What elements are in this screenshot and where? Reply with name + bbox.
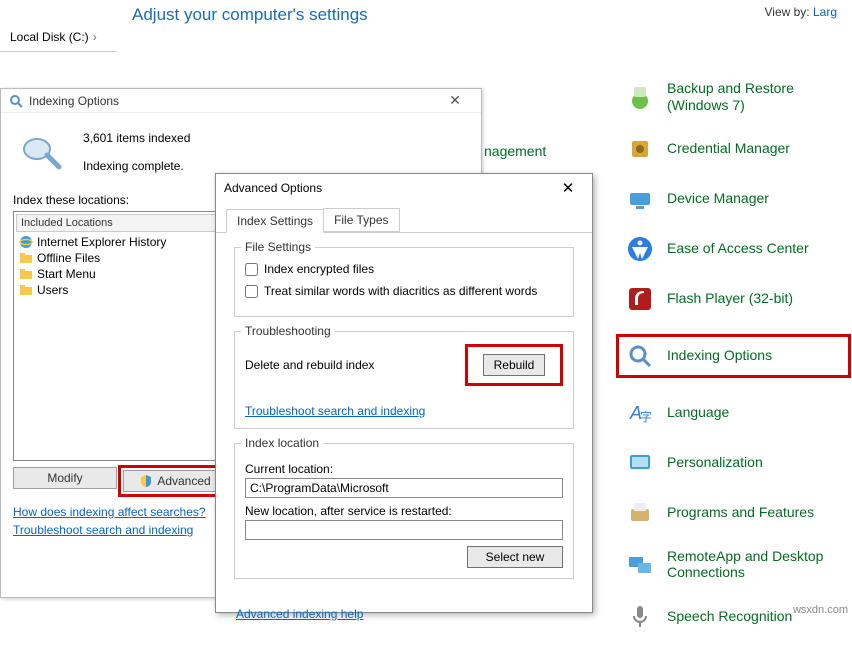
language-icon: A字 xyxy=(625,398,655,428)
partial-text: nagement xyxy=(484,143,546,159)
close-button[interactable]: ✕ xyxy=(437,92,473,109)
ie-icon xyxy=(19,235,33,249)
shield-icon xyxy=(139,474,153,488)
rebuild-highlight: Rebuild xyxy=(465,344,563,386)
cp-link[interactable]: Flash Player (32-bit) xyxy=(667,290,793,307)
cp-item-credential-manager[interactable]: Credential Manager xyxy=(625,134,845,164)
cp-item-indexing-options[interactable]: Indexing Options xyxy=(616,334,851,378)
cp-link[interactable]: RemoteApp and Desktop Connections xyxy=(667,548,845,582)
microphone-icon xyxy=(625,601,655,631)
group-legend: File Settings xyxy=(241,240,315,254)
troubleshoot-link[interactable]: Troubleshoot search and indexing xyxy=(245,404,425,418)
location-label: Start Menu xyxy=(37,267,96,281)
control-panel-heading: Adjust your computer's settings xyxy=(132,5,368,25)
cp-link[interactable]: Backup and Restore (Windows 7) xyxy=(667,80,845,114)
cp-link[interactable]: Credential Manager xyxy=(667,140,790,157)
rebuild-button[interactable]: Rebuild xyxy=(483,354,545,376)
index-location-group: Index location Current location: New loc… xyxy=(234,443,574,579)
tab-file-types[interactable]: File Types xyxy=(323,208,399,232)
tab-strip: Index Settings File Types xyxy=(216,202,592,233)
breadcrumb-segment[interactable]: Local Disk (C:) xyxy=(10,30,89,44)
view-by-label: View by: xyxy=(764,5,809,19)
window-title: Indexing Options xyxy=(29,94,437,108)
troubleshooting-group: Troubleshooting Delete and rebuild index… xyxy=(234,331,574,429)
rebuild-label: Delete and rebuild index xyxy=(245,358,374,372)
cp-item-backup-restore[interactable]: Backup and Restore (Windows 7) xyxy=(625,80,845,114)
select-new-button[interactable]: Select new xyxy=(467,546,563,568)
cp-link[interactable]: Device Manager xyxy=(667,190,769,207)
window-title: Advanced Options xyxy=(224,181,552,195)
tab-index-settings[interactable]: Index Settings xyxy=(226,209,324,233)
backup-icon xyxy=(625,82,655,112)
indexing-status: Indexing complete. xyxy=(83,159,190,173)
flash-icon xyxy=(625,284,655,314)
cp-item-programs-features[interactable]: Programs and Features xyxy=(625,498,845,528)
advanced-indexing-help-link[interactable]: Advanced indexing help xyxy=(236,607,363,621)
location-label: Users xyxy=(37,283,68,297)
folder-icon xyxy=(19,283,33,297)
titlebar[interactable]: Advanced Options ✕ xyxy=(216,174,592,202)
folder-icon xyxy=(19,267,33,281)
control-panel-items: Backup and Restore (Windows 7) Credentia… xyxy=(625,80,845,651)
watermark: wsxdn.com xyxy=(793,604,848,616)
diacritics-checkbox[interactable] xyxy=(245,285,258,298)
checkbox-label: Index encrypted files xyxy=(264,262,374,276)
close-button[interactable]: ✕ xyxy=(552,179,584,197)
magnifier-icon xyxy=(9,94,23,108)
device-icon xyxy=(625,184,655,214)
file-settings-group: File Settings Index encrypted files Trea… xyxy=(234,247,574,317)
new-location-label: New location, after service is restarted… xyxy=(245,504,563,518)
advanced-options-window: Advanced Options ✕ Index Settings File T… xyxy=(215,173,593,613)
chevron-right-icon: › xyxy=(93,30,97,44)
new-location-field[interactable] xyxy=(245,520,563,540)
advanced-button-label: Advanced xyxy=(157,474,210,488)
titlebar[interactable]: Indexing Options ✕ xyxy=(1,89,481,113)
location-label: Internet Explorer History xyxy=(37,235,166,249)
cp-item-personalization[interactable]: Personalization xyxy=(625,448,845,478)
group-legend: Troubleshooting xyxy=(241,324,335,338)
current-location-label: Current location: xyxy=(245,462,563,476)
ease-of-access-icon xyxy=(625,234,655,264)
folder-icon xyxy=(19,251,33,265)
indexed-count: 3,601 items indexed xyxy=(83,131,190,145)
cp-link[interactable]: Ease of Access Center xyxy=(667,240,809,257)
magnifier-large-icon xyxy=(19,131,63,175)
vault-icon xyxy=(625,134,655,164)
advanced-button[interactable]: Advanced xyxy=(123,470,227,492)
cp-item-flash-player[interactable]: Flash Player (32-bit) xyxy=(625,284,845,314)
cp-item-remoteapp[interactable]: RemoteApp and Desktop Connections xyxy=(625,548,845,582)
cp-link[interactable]: Programs and Features xyxy=(667,504,814,521)
view-by-control[interactable]: View by: Larg xyxy=(764,5,837,19)
encrypted-checkbox[interactable] xyxy=(245,263,258,276)
programs-icon xyxy=(625,498,655,528)
view-by-value[interactable]: Larg xyxy=(813,5,837,19)
remoteapp-icon xyxy=(625,549,655,579)
cp-item-ease-of-access[interactable]: Ease of Access Center xyxy=(625,234,845,264)
group-legend: Index location xyxy=(241,436,323,450)
cp-link[interactable]: Language xyxy=(667,404,729,421)
personalization-icon xyxy=(625,448,655,478)
magnifier-icon xyxy=(625,341,655,371)
current-location-field[interactable] xyxy=(245,478,563,498)
modify-button[interactable]: Modify xyxy=(13,467,117,489)
cp-link[interactable]: Indexing Options xyxy=(667,347,772,364)
diacritics-checkbox-row[interactable]: Treat similar words with diacritics as d… xyxy=(245,284,563,298)
svg-text:字: 字 xyxy=(640,409,652,424)
cp-link[interactable]: Personalization xyxy=(667,454,763,471)
breadcrumb[interactable]: Local Disk (C:) › xyxy=(0,22,117,52)
cp-item-language[interactable]: A字 Language xyxy=(625,398,845,428)
checkbox-label: Treat similar words with diacritics as d… xyxy=(264,284,537,298)
location-label: Offline Files xyxy=(37,251,100,265)
cp-link[interactable]: Speech Recognition xyxy=(667,608,792,625)
cp-item-device-manager[interactable]: Device Manager xyxy=(625,184,845,214)
encrypted-checkbox-row[interactable]: Index encrypted files xyxy=(245,262,563,276)
